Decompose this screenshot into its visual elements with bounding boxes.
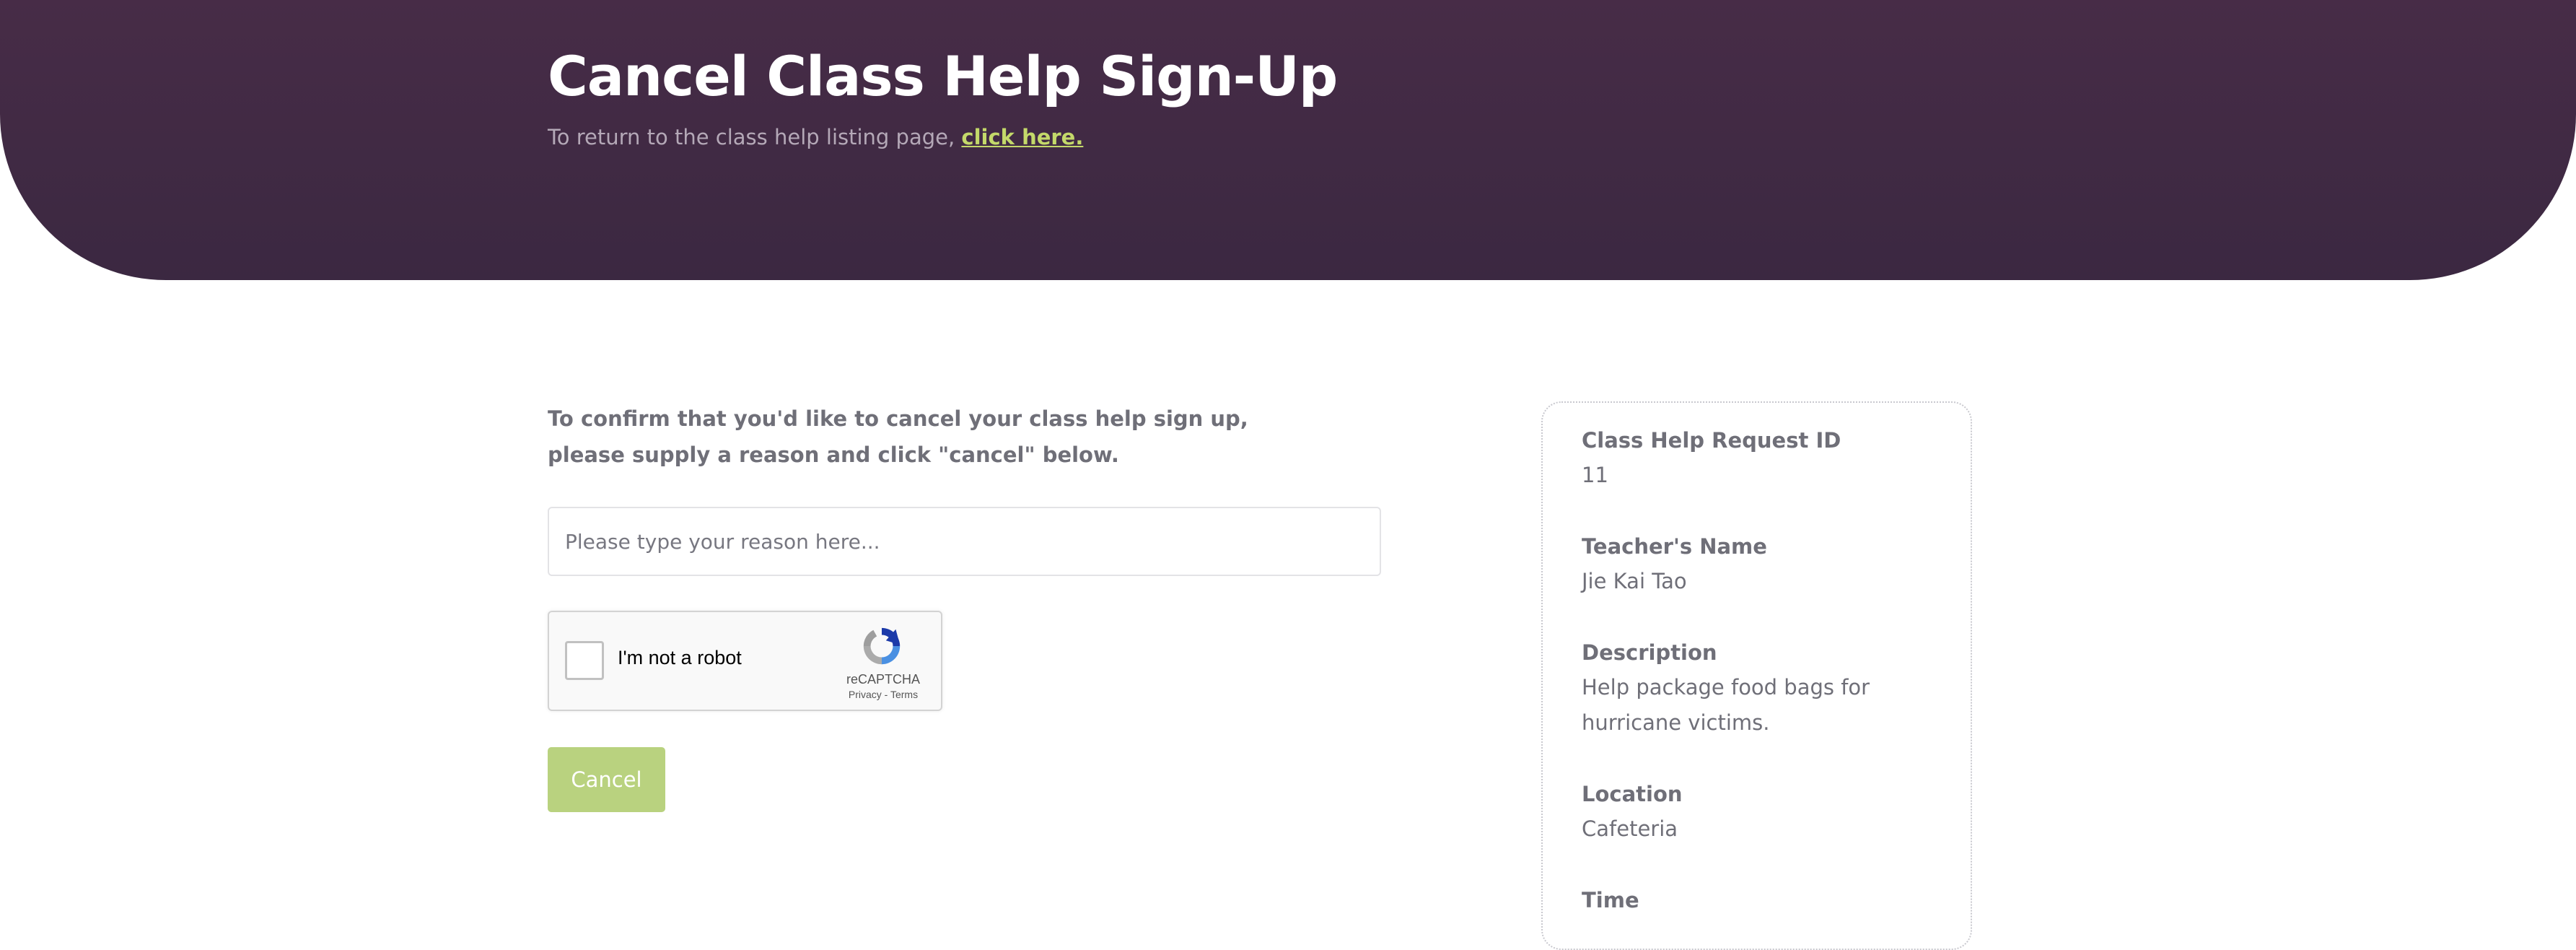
description-label: Description xyxy=(1582,640,1717,665)
request-id-label: Class Help Request ID xyxy=(1582,428,1841,453)
time-label: Time xyxy=(1582,888,1639,912)
recaptcha-checkbox[interactable] xyxy=(565,641,604,680)
cancel-button[interactable]: Cancel xyxy=(548,747,665,812)
recaptcha-logo-icon xyxy=(863,627,901,665)
recaptcha-widget: I'm not a robot reCAPTCHA Privacy - Term… xyxy=(548,611,942,711)
page-title: Cancel Class Help Sign-Up xyxy=(548,44,1338,108)
recaptcha-terms-link[interactable]: Terms xyxy=(890,689,918,700)
cancel-instructions: To confirm that you'd like to cancel you… xyxy=(548,406,1248,467)
description-value: Help package food bags for hurricane vic… xyxy=(1582,675,1870,735)
cancel-reason-input[interactable] xyxy=(548,507,1381,576)
request-id-value: 11 xyxy=(1582,463,1608,487)
teacher-name-value: Jie Kai Tao xyxy=(1582,569,1687,593)
recaptcha-links: Privacy - Terms xyxy=(836,689,930,700)
return-to-listing-link[interactable]: click here. xyxy=(961,125,1083,149)
recaptcha-separator: - xyxy=(884,689,888,700)
location-label: Location xyxy=(1582,782,1683,806)
recaptcha-privacy-link[interactable]: Privacy xyxy=(849,689,882,700)
return-text: To return to the class help listing page… xyxy=(548,125,962,149)
recaptcha-brand: reCAPTCHA xyxy=(846,672,920,687)
page-header-banner: Cancel Class Help Sign-Up To return to t… xyxy=(0,0,2576,280)
location-value: Cafeteria xyxy=(1582,816,1678,841)
return-instructions: To return to the class help listing page… xyxy=(548,121,1083,153)
teacher-name-label: Teacher's Name xyxy=(1582,534,1767,559)
request-details-card: Class Help Request ID 11 Teacher's Name … xyxy=(1541,401,1972,950)
recaptcha-label: I'm not a robot xyxy=(618,647,742,668)
